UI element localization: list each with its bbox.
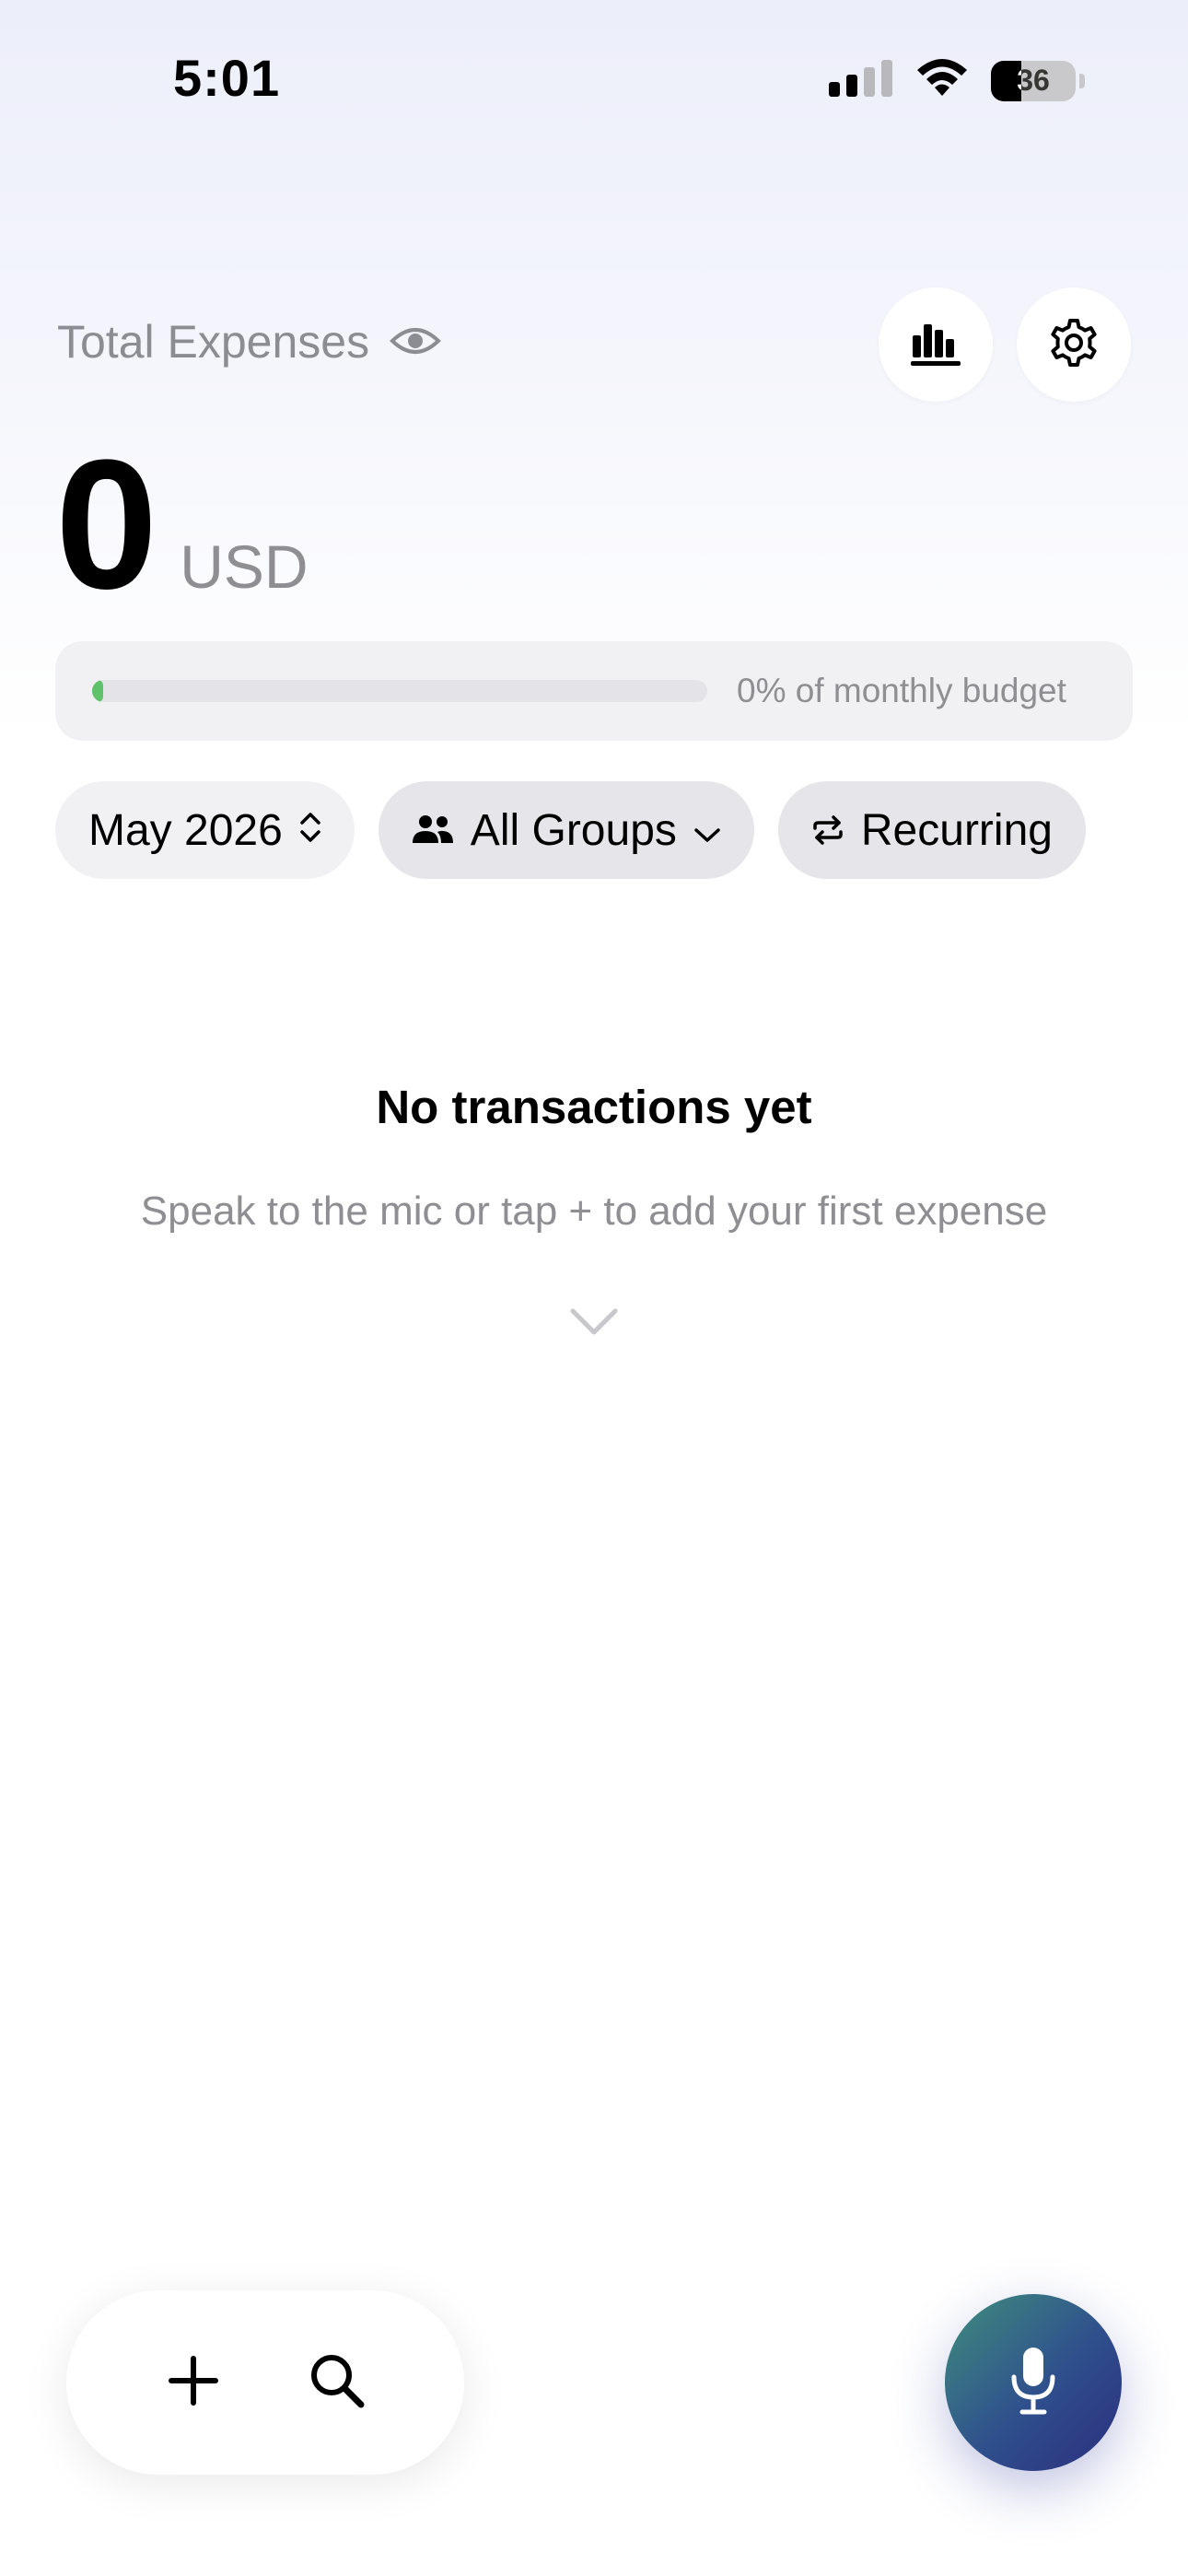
total-expenses-header: Total Expenses [57,315,441,369]
status-bar: 5:01 36 [0,0,1188,157]
bottom-toolbar [66,2290,464,2475]
budget-label: 0% of monthly budget [737,672,1066,709]
filter-chips: May 2026 All Groups Recurring [55,781,1086,879]
people-icon [412,805,454,856]
status-icons: 36 [829,57,1085,104]
search-icon [308,2351,367,2415]
wifi-icon [914,57,971,104]
gear-icon [1048,317,1100,373]
chevron-down-icon [569,1306,619,1342]
recurring-filter-button[interactable]: Recurring [777,781,1086,879]
status-time: 5:01 [173,49,281,107]
plus-icon [166,2353,221,2413]
statistics-button[interactable] [879,287,993,402]
repeat-icon [811,805,844,856]
total-amount: 0 USD [55,433,309,617]
battery-level: 36 [1017,64,1050,97]
amount-currency: USD [180,533,309,601]
eye-icon[interactable] [390,315,441,369]
chevron-down-icon [693,805,721,856]
total-expenses-title: Total Expenses [57,316,370,368]
empty-state-title: No transactions yet [376,1081,812,1133]
budget-progress-fill [92,680,103,702]
up-down-chevron-icon [299,805,321,856]
amount-value: 0 [55,422,158,627]
month-picker-button[interactable]: May 2026 [55,781,355,879]
add-expense-button[interactable] [147,2336,239,2429]
empty-state-subtitle: Speak to the mic or tap + to add your fi… [140,1188,1048,1234]
voice-input-button[interactable] [945,2294,1122,2471]
microphone-icon [1006,2344,1061,2422]
budget-progress-track [92,680,707,702]
groups-filter-button[interactable]: All Groups [378,781,754,879]
monthly-budget-bar[interactable]: 0% of monthly budget [55,641,1133,741]
cellular-signal-icon [829,58,893,103]
groups-label: All Groups [470,805,677,855]
search-button[interactable] [291,2336,383,2429]
battery-icon: 36 [991,60,1076,101]
battery-nub [1079,73,1085,88]
recurring-label: Recurring [860,805,1053,855]
month-label: May 2026 [88,805,283,855]
bar-chart-icon [909,319,962,371]
settings-button[interactable] [1017,287,1131,402]
